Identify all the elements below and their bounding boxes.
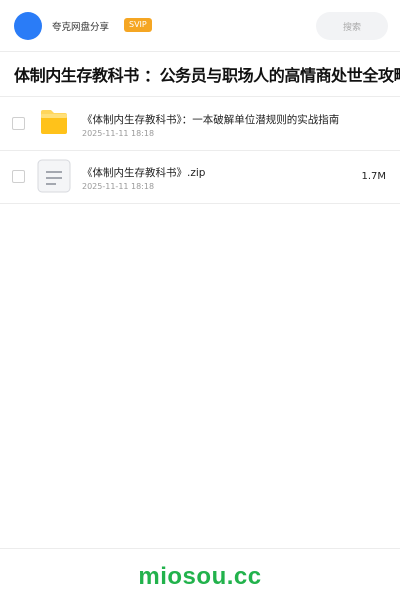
search-placeholder: 搜索 <box>342 22 361 33</box>
file-date: 2025-11-11 18:18 <box>82 182 155 191</box>
file-size: 1.7M <box>361 171 386 182</box>
page-title: 体制内生存教科书 ：公务员与职场人的高情商处世全攻略 <box>14 66 400 85</box>
list-item[interactable]: 《体制内生存教科书》.zip 2025-11-11 18:18 1.7M <box>0 150 400 204</box>
file-date: 2025-11-11 18:18 <box>82 129 155 138</box>
search-input[interactable]: 搜索 <box>316 12 388 40</box>
folder-icon <box>41 110 67 134</box>
brand-logo[interactable]: miosou.cc <box>0 563 400 591</box>
user-name[interactable]: 夸克网盘分享 <box>52 19 109 33</box>
select-checkbox[interactable] <box>12 170 25 183</box>
document-icon <box>37 159 71 193</box>
svip-badge: SVIP <box>124 18 152 32</box>
avatar[interactable] <box>14 12 42 40</box>
file-name[interactable]: 《体制内生存教科书》.zip <box>82 165 205 180</box>
select-checkbox[interactable] <box>12 117 25 130</box>
list-item[interactable]: 《体制内生存教科书》：一本破解单位潜规则的实战指南 2025-11-11 18:… <box>0 97 400 151</box>
footer: miosou.cc <box>0 548 400 600</box>
file-name[interactable]: 《体制内生存教科书》：一本破解单位潜规则的实战指南 <box>82 112 339 127</box>
header-bar: 夸克网盘分享 SVIP 搜索 <box>0 0 400 52</box>
